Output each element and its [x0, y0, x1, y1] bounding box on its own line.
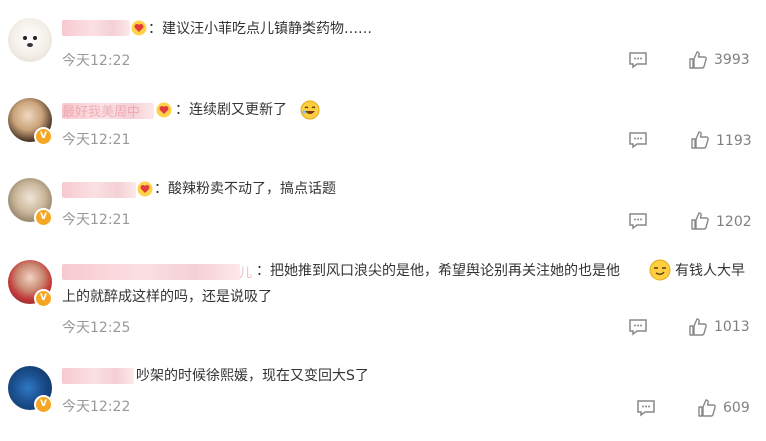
- comment-time: 今天12:21: [62, 212, 131, 228]
- heart-badge-icon: [156, 102, 172, 118]
- username-blurred[interactable]: [62, 20, 130, 36]
- username-blurred[interactable]: [62, 368, 134, 384]
- heart-badge-icon: [131, 20, 147, 36]
- like-count: 1202: [716, 214, 752, 230]
- comment-icon[interactable]: [628, 51, 648, 69]
- comment-text: ：酸辣粉卖不动了，搞点话题: [154, 181, 336, 197]
- username-fragment: 儿: [239, 266, 253, 281]
- comment-time: 今天12:22: [62, 53, 131, 69]
- comment-text: ：连续剧又更新了: [175, 102, 287, 118]
- verified-badge-icon: V: [34, 127, 53, 146]
- comment-item: V ：酸辣粉卖不动了，搞点话题 今天12:21 1202: [0, 162, 766, 242]
- comment-text: 吵架的时候徐熙媛，现在又变回大S了: [136, 368, 369, 384]
- like-count: 1193: [716, 133, 752, 149]
- comment-item: ：建议汪小菲吃点儿镇静类药物…… 今天12:22 3993: [0, 0, 766, 82]
- smirk-emoji: [649, 259, 671, 281]
- thumbs-up-icon[interactable]: [690, 130, 710, 150]
- laughing-emoji: [300, 100, 320, 120]
- comment-icon[interactable]: [628, 131, 648, 149]
- like-count: 609: [723, 400, 750, 416]
- comment-icon[interactable]: [628, 212, 648, 230]
- thumbs-up-icon[interactable]: [688, 50, 708, 70]
- thumbs-up-icon[interactable]: [688, 317, 708, 337]
- username-blurred[interactable]: [62, 264, 240, 280]
- comment-time: 今天12:22: [62, 399, 131, 415]
- comment-time: 今天12:21: [62, 132, 131, 148]
- heart-badge-icon: [137, 181, 153, 197]
- comment-icon[interactable]: [636, 399, 656, 417]
- comment-text: ：把她推到风口浪尖的是他，希望舆论别再关注她的也是他: [256, 263, 620, 279]
- comment-text-line2: 上的就醉成这样的吗，还是说吸了: [62, 289, 272, 305]
- verified-badge-icon: V: [34, 208, 53, 227]
- comment-item: V 最好我美周中 ：连续剧又更新了 今天12:21 1193: [0, 82, 766, 162]
- like-count: 3993: [714, 52, 750, 68]
- thumbs-up-icon[interactable]: [697, 398, 717, 418]
- verified-badge-icon: V: [34, 289, 53, 308]
- username-blurred[interactable]: [62, 182, 136, 198]
- avatar[interactable]: [8, 18, 52, 62]
- comment-time: 今天12:25: [62, 320, 131, 336]
- like-count: 1013: [714, 319, 750, 335]
- thumbs-up-icon[interactable]: [690, 211, 710, 231]
- comment-item: V 儿 ：把她推到风口浪尖的是他，希望舆论别再关注她的也是他 有钱人大早 上的就…: [0, 242, 766, 344]
- verified-badge-icon: V: [34, 395, 53, 414]
- comment-text-continued: 有钱人大早: [675, 263, 745, 279]
- comment-item: V 吵架的时候徐熙媛，现在又变回大S了 今天12:22 609: [0, 344, 766, 441]
- username-fragment: 最好我美周中: [62, 105, 141, 120]
- comment-text: ：建议汪小菲吃点儿镇静类药物……: [148, 21, 372, 37]
- comment-icon[interactable]: [628, 318, 648, 336]
